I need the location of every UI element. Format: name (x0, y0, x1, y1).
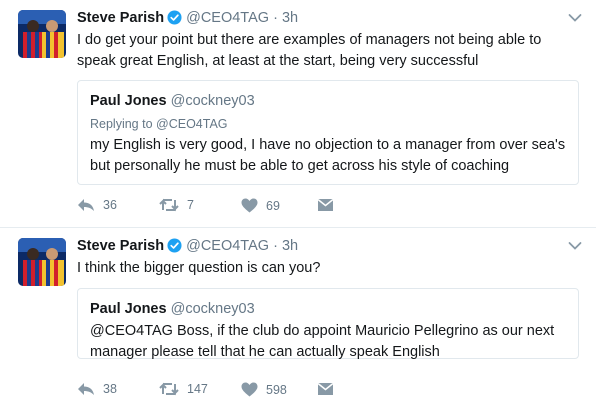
avatar[interactable] (18, 238, 66, 286)
quoted-tweet-text: my English is very good, I have no objec… (90, 137, 566, 174)
quoted-user-handle: @cockney03 (170, 93, 255, 109)
user-handle[interactable]: @CEO4TAG (186, 238, 269, 254)
retweet-count: 7 (187, 198, 194, 212)
quoted-tweet-header: Paul Jones @cockney03 (90, 93, 255, 109)
retweet-button[interactable]: 147 (159, 382, 208, 396)
direct-message-icon (317, 198, 334, 212)
tweet-header: Steve Parish @CEO4TAG · 3h (77, 9, 298, 30)
display-name[interactable]: Steve Parish (77, 238, 164, 254)
reply-button[interactable]: 36 (77, 198, 117, 212)
reply-icon (77, 198, 95, 212)
like-icon (241, 198, 258, 213)
retweet-button[interactable]: 7 (159, 198, 194, 212)
quoted-display-name: Paul Jones (90, 301, 167, 317)
quoted-user-handle: @cockney03 (170, 301, 255, 317)
separator-dot: · (273, 238, 278, 254)
tweet-header: Steve Parish @CEO4TAG · 3h (77, 237, 298, 258)
display-name[interactable]: Steve Parish (77, 10, 164, 26)
quoted-tweet-header: Paul Jones @cockney03 (90, 301, 255, 317)
retweet-icon (159, 382, 179, 396)
timestamp[interactable]: 3h (282, 238, 298, 254)
user-handle[interactable]: @CEO4TAG (186, 10, 269, 26)
retweet-count: 147 (187, 382, 208, 396)
direct-message-button[interactable] (317, 382, 334, 396)
direct-message-icon (317, 382, 334, 396)
like-button[interactable]: 598 (241, 382, 287, 397)
like-icon (241, 382, 258, 397)
tweet-2[interactable]: Steve Parish @CEO4TAG · 3h I think the b… (0, 228, 596, 408)
verified-badge-icon (167, 10, 182, 30)
like-count: 69 (266, 198, 280, 213)
quoted-display-name: Paul Jones (90, 93, 167, 109)
direct-message-button[interactable] (317, 198, 334, 212)
like-button[interactable]: 69 (241, 198, 280, 213)
tweet-text: I think the bigger question is can you? (77, 260, 321, 276)
timestamp[interactable]: 3h (282, 10, 298, 26)
quoted-tweet[interactable]: Paul Jones @cockney03 Replying to @CEO4T… (77, 80, 579, 185)
avatar[interactable] (18, 10, 66, 58)
tweet-text: I do get your point but there are exampl… (77, 32, 542, 69)
chevron-down-icon[interactable] (568, 10, 582, 28)
quoted-tweet-text: @CEO4TAG Boss, if the club do appoint Ma… (90, 323, 555, 360)
reply-count: 36 (103, 198, 117, 212)
chevron-down-icon[interactable] (568, 238, 582, 256)
replying-to: Replying to @CEO4TAG (90, 117, 228, 131)
retweet-icon (159, 198, 179, 212)
reply-button[interactable]: 38 (77, 382, 117, 396)
quoted-tweet[interactable]: Paul Jones @cockney03 @CEO4TAG Boss, if … (77, 288, 579, 360)
separator-dot: · (273, 10, 278, 26)
verified-badge-icon (167, 238, 182, 258)
tweet-1[interactable]: Steve Parish @CEO4TAG · 3h I do get your… (0, 0, 596, 227)
reply-count: 38 (103, 382, 117, 396)
like-count: 598 (266, 382, 287, 397)
reply-icon (77, 382, 95, 396)
